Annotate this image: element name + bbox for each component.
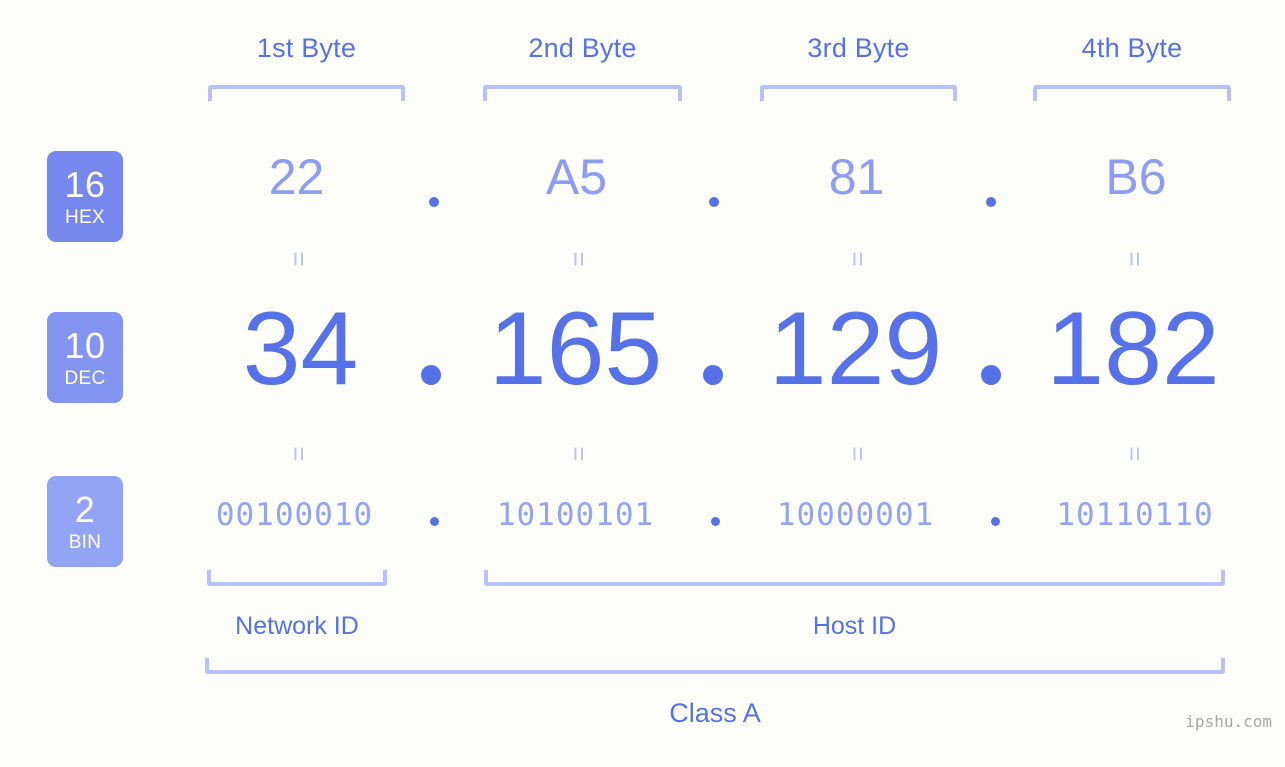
dec-octet-3: 129 (768, 291, 943, 407)
equals-sign-hex-dec-2: = (564, 251, 594, 267)
base-badge-dec-label: DEC (64, 367, 106, 389)
dec-separator-dot-1 (421, 365, 441, 385)
hex-separator-dot-3 (986, 197, 996, 207)
base-badge-hex-number: 16 (64, 163, 106, 205)
base-badge-hex: 16 HEX (47, 151, 123, 242)
bin-separator-dot-3 (991, 517, 1000, 526)
equals-sign-dec-bin-3: = (843, 446, 873, 462)
hex-octet-3: 81 (828, 149, 885, 205)
equals-sign-hex-dec-3: = (843, 251, 873, 267)
byte-bracket-2 (483, 85, 682, 101)
byte-header-4: 4th Byte (1081, 33, 1183, 63)
host-id-label: Host ID (812, 612, 897, 640)
base-badge-dec-number: 10 (64, 324, 106, 366)
byte-bracket-3 (760, 85, 957, 101)
base-badge-bin: 2 BIN (47, 476, 123, 567)
byte-header-3: 3rd Byte (807, 33, 910, 63)
equals-sign-hex-dec-1: = (284, 251, 314, 267)
network-id-bracket (207, 570, 387, 586)
base-badge-hex-label: HEX (65, 206, 105, 228)
equals-sign-hex-dec-4: = (1120, 251, 1150, 267)
hex-octet-2: A5 (545, 149, 608, 205)
class-label: Class A (669, 698, 761, 728)
dec-octet-4: 182 (1046, 291, 1220, 407)
network-id-label: Network ID (235, 612, 359, 640)
ip-breakdown-canvas: 1st Byte 2nd Byte 3rd Byte 4th Byte 16 H… (0, 0, 1285, 767)
hex-octet-4: B6 (1105, 149, 1167, 205)
hex-separator-dot-2 (709, 197, 719, 207)
base-badge-bin-number: 2 (74, 488, 96, 530)
hex-octet-1: 22 (268, 149, 325, 205)
base-badge-dec: 10 DEC (47, 312, 123, 403)
equals-sign-dec-bin-4: = (1120, 446, 1150, 462)
dec-octet-2: 165 (488, 291, 663, 407)
dec-octet-1: 34 (242, 291, 359, 407)
hex-separator-dot-1 (429, 197, 439, 207)
class-bracket (205, 658, 1225, 674)
host-id-bracket (484, 570, 1225, 586)
bin-octet-1: 00100010 (215, 497, 374, 533)
dec-separator-dot-3 (981, 365, 1001, 385)
byte-bracket-1 (208, 85, 405, 101)
equals-sign-dec-bin-1: = (284, 446, 314, 462)
byte-header-2: 2nd Byte (528, 33, 637, 63)
byte-header-1: 1st Byte (256, 33, 357, 63)
bin-separator-dot-2 (711, 517, 720, 526)
bin-octet-3: 10000001 (776, 497, 935, 533)
bin-separator-dot-1 (430, 517, 439, 526)
dec-separator-dot-2 (703, 365, 723, 385)
byte-bracket-4 (1033, 85, 1231, 101)
base-badge-bin-label: BIN (68, 531, 102, 553)
equals-sign-dec-bin-2: = (564, 446, 594, 462)
watermark-ipshu: ipshu.com (1185, 712, 1272, 731)
bin-octet-4: 10110110 (1056, 497, 1214, 533)
bin-octet-2: 10100101 (496, 497, 655, 533)
